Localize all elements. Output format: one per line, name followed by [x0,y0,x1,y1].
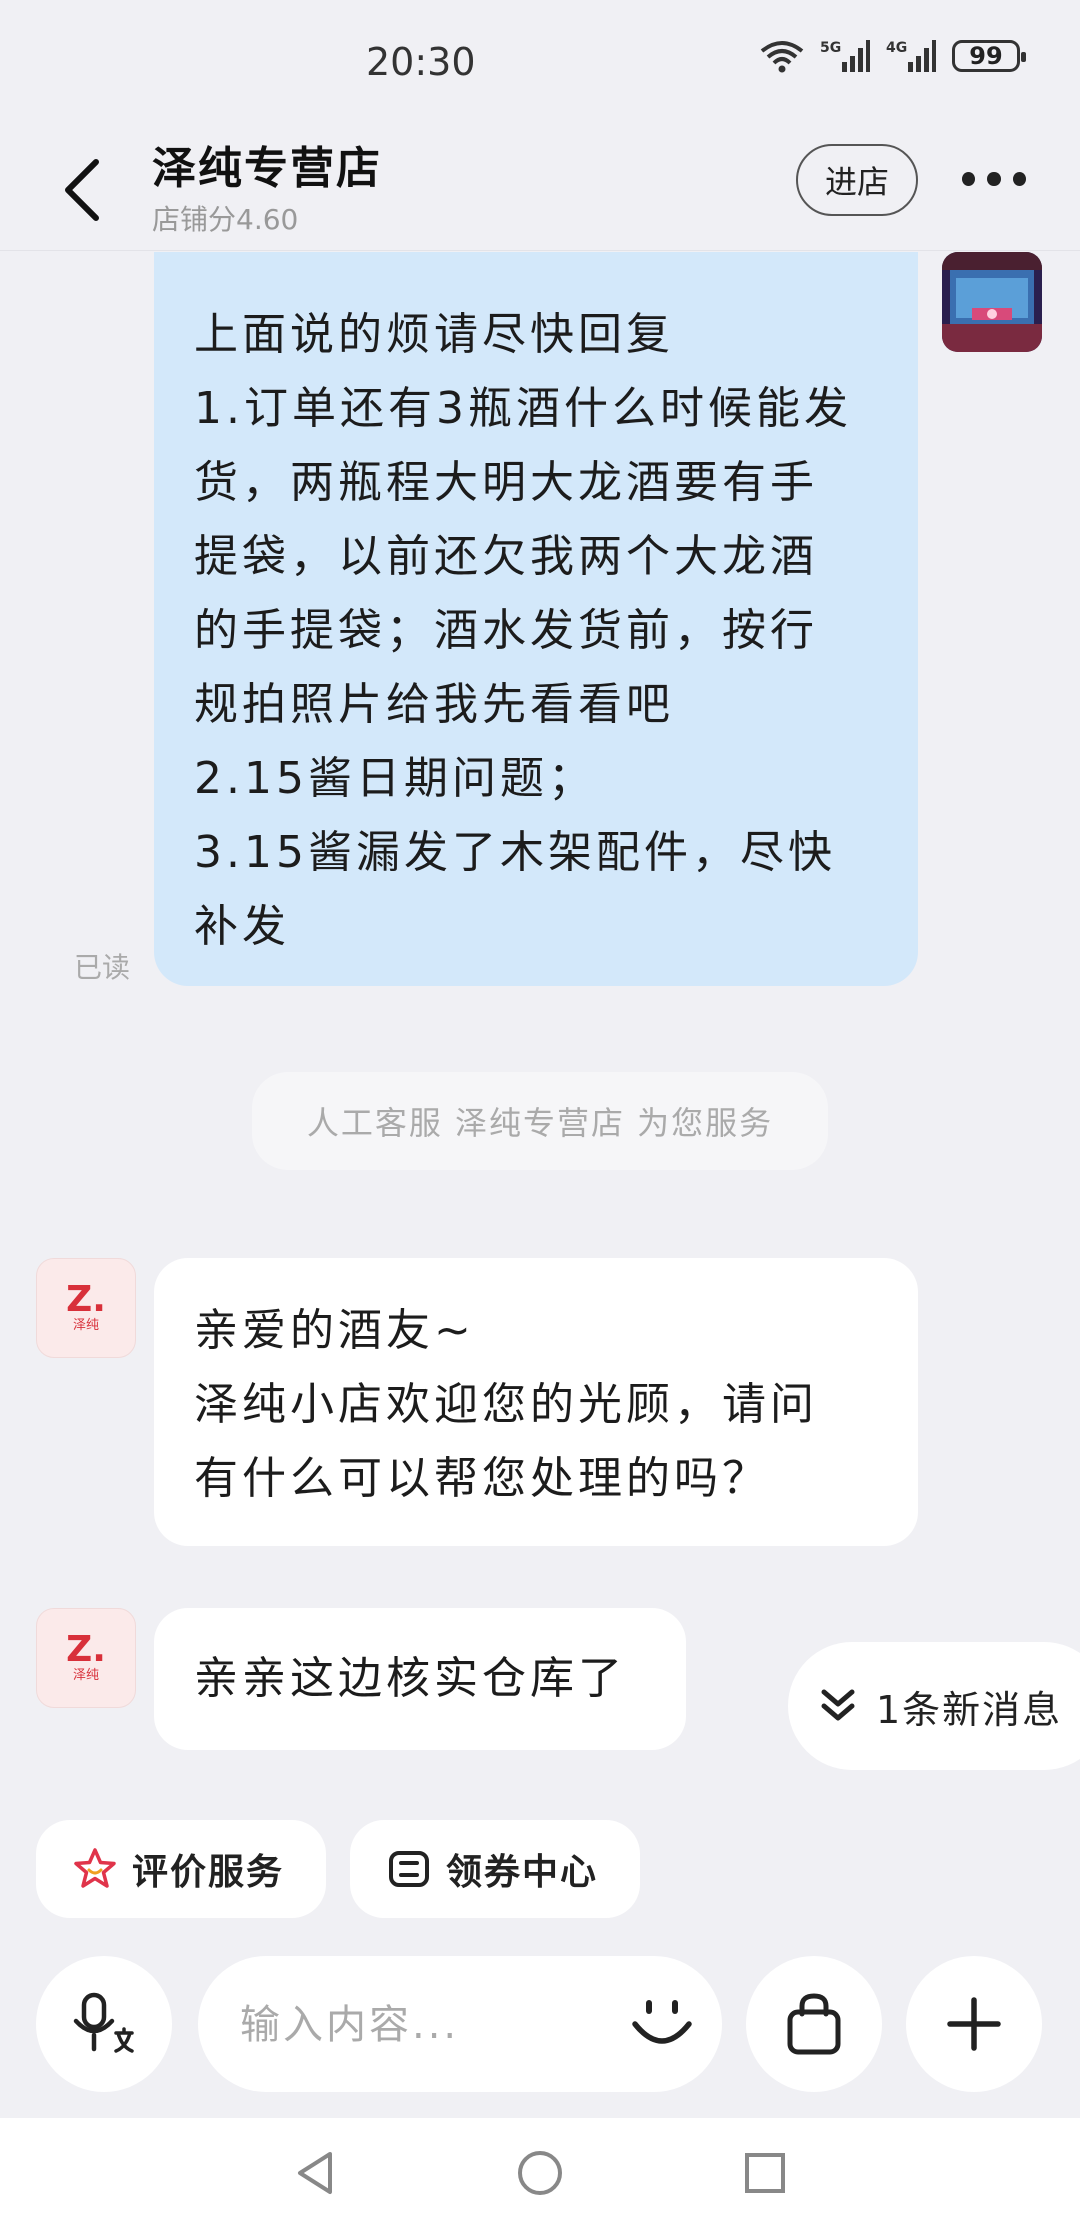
back-button[interactable] [56,150,116,230]
shop-avatar[interactable]: Z. 泽纯 [36,1258,136,1358]
battery-indicator: 99 [952,40,1026,72]
status-icons: 5G 4G 99 [760,38,1026,74]
emoji-button[interactable] [618,1980,706,2068]
chat-screen: 20:30 5G 4G 99 泽纯专营店 店铺分4.60 进店 上面说的烦请尽快… [0,0,1080,2228]
message-line: 货，两瓶程大明大龙酒要有手 [194,457,818,508]
enter-shop-button[interactable]: 进店 [796,144,918,216]
star-icon [74,1848,116,1888]
message-input[interactable] [238,1986,602,2064]
message-line: 3.15酱漏发了木架配件，尽快 [194,827,836,878]
add-more-button[interactable] [906,1956,1042,2092]
nav-recents-button[interactable] [730,2138,800,2208]
my-message-bubble[interactable]: 上面说的烦请尽快回复 1.订单还有3瓶酒什么时候能发 货，两瓶程大明大龙酒要有手… [154,252,918,986]
user-avatar[interactable] [942,252,1042,352]
shop-avatar[interactable]: Z. 泽纯 [36,1608,136,1708]
coupon-center-label: 领券中心 [446,1852,599,1893]
new-message-label: 1条新消息 [876,1687,1063,1732]
svg-text:4G: 4G [886,40,907,56]
shop-title[interactable]: 泽纯专营店 [152,132,382,196]
shop-logo-mark: Z. [66,1279,106,1320]
shopping-bag-icon [787,1993,841,2055]
user-avatar-image [942,252,1042,352]
shop-logo-mark: Z. [66,1629,106,1670]
coupon-icon [389,1851,429,1887]
message-line: 泽纯小店欢迎您的光顾，请问 [194,1379,818,1430]
new-message-pill[interactable]: 1条新消息 [788,1642,1080,1770]
nav-home-button[interactable] [505,2138,575,2208]
message-line: 的手提袋；酒水发货前，按行 [194,605,818,656]
signal-4g-icon: 4G [886,40,936,72]
voice-input-button[interactable] [36,1956,172,2092]
circle-home-icon [518,2151,562,2195]
chevron-left-icon [65,159,99,221]
message-input-box[interactable] [198,1956,722,2092]
message-line: 补发 [194,901,290,952]
shop-logo-sub: 泽纯 [72,1668,99,1683]
message-line: 亲爱的酒友~ [194,1305,475,1356]
rate-service-button[interactable]: 评价服务 [36,1820,326,1918]
square-recents-icon [745,2153,785,2193]
message-line: 上面说的烦请尽快回复 [194,309,674,360]
plus-icon [947,1997,1001,2051]
microphone-translate-icon [73,1992,134,2053]
battery-level: 99 [969,42,1003,70]
more-dot-icon [987,172,1001,186]
message-line: 提袋，以前还欠我两个大龙酒 [194,531,818,582]
message-line: 1.订单还有3瓶酒什么时候能发 [194,383,852,434]
more-dot-icon [962,172,976,186]
status-time: 20:30 [366,40,476,84]
svg-text:5G: 5G [820,40,841,56]
message-line: 亲亲这边核实仓库了 [194,1653,626,1704]
message-line: 2.15酱日期问题； [194,753,596,804]
message-line: 规拍照片给我先看看吧 [194,679,674,730]
wifi-icon [760,41,804,73]
smile-icon [632,2000,692,2044]
status-bar: 20:30 5G 4G 99 [0,0,1080,120]
nav-back-button[interactable] [280,2138,350,2208]
signal-5g-icon: 5G [820,40,870,72]
system-notice: 人工客服 泽纯专营店 为您服务 [252,1072,828,1170]
coupon-center-button[interactable]: 领券中心 [350,1820,640,1918]
shop-logo-sub: 泽纯 [72,1318,99,1333]
double-chevron-down-icon [821,1689,855,1721]
system-nav-bar [0,2118,1080,2228]
rate-service-label: 评价服务 [132,1852,285,1893]
more-button[interactable] [962,164,1026,194]
read-status: 已读 [74,951,131,984]
message-line: 有什么可以帮您处理的吗？ [194,1453,770,1504]
shop-message-bubble[interactable]: 亲亲这边核实仓库了 [154,1608,686,1750]
product-button[interactable] [746,1956,882,2092]
shop-message-bubble[interactable]: 亲爱的酒友~ 泽纯小店欢迎您的光顾，请问 有什么可以帮您处理的吗？ [154,1258,918,1546]
triangle-back-icon [298,2152,332,2194]
chat-header: 泽纯专营店 店铺分4.60 进店 [0,120,1080,251]
shop-score: 店铺分4.60 [152,203,299,236]
more-dot-icon [1012,172,1026,186]
